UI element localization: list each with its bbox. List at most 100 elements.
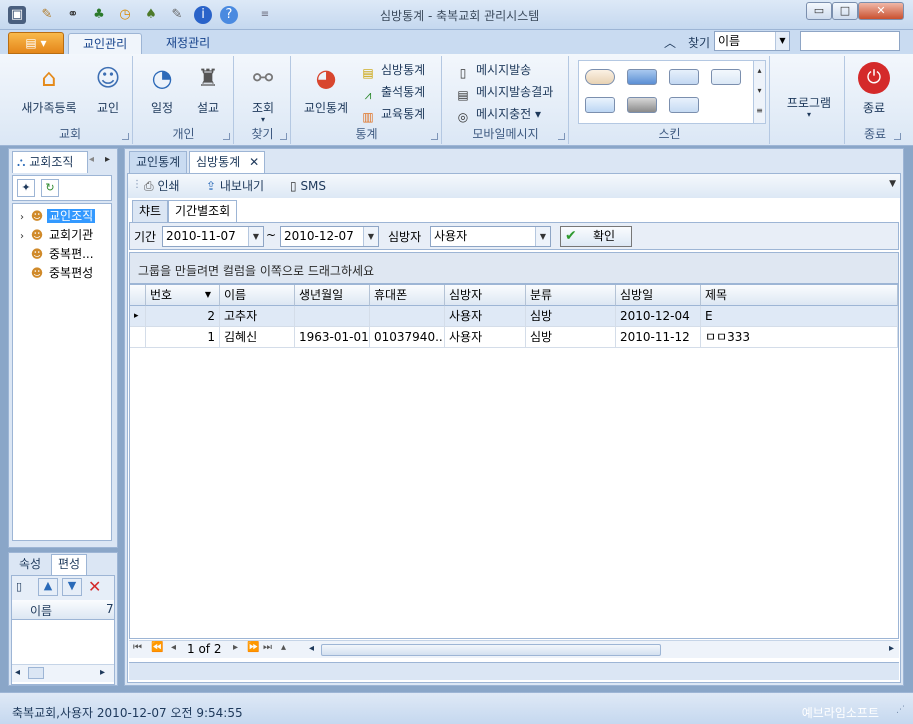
end-date-picker[interactable]: 2010-12-07 ▼ xyxy=(280,226,379,247)
column-header-name[interactable]: 이름 xyxy=(30,602,52,619)
next-page-icon[interactable]: ⏩ xyxy=(247,642,259,653)
users-icon[interactable]: ♣ xyxy=(90,6,108,24)
wrench-icon[interactable]: ✎ xyxy=(168,6,186,24)
phone-icon[interactable]: ▯ xyxy=(16,580,22,593)
table-cell[interactable]: 2010-11-12 xyxy=(616,327,701,348)
dialog-launcher-icon[interactable] xyxy=(280,133,287,140)
column-header[interactable]: 분류 xyxy=(526,285,616,306)
column-header[interactable]: 이름 xyxy=(220,285,295,306)
tab-members[interactable]: 교인관리 xyxy=(68,33,143,54)
table-cell[interactable]: ㅁㅁ333 xyxy=(701,327,898,348)
tree-icon[interactable]: ♠ xyxy=(142,6,160,24)
binoculars-icon[interactable]: ⚭ xyxy=(64,6,82,24)
table-row[interactable]: ▸ 2 고추자 사용자 심방 2010-12-04 E xyxy=(130,306,898,327)
close-button[interactable]: ✕ xyxy=(858,2,904,20)
table-cell[interactable]: 2 xyxy=(146,306,220,327)
member-stats-button[interactable]: ◕ 교인통계 xyxy=(298,62,354,116)
toolbar-options-icon[interactable]: ▼ xyxy=(889,179,896,189)
chevron-down-icon[interactable]: ▼ xyxy=(363,227,378,246)
dialog-launcher-icon[interactable] xyxy=(122,133,129,140)
column-header[interactable]: 생년월일 xyxy=(295,285,370,306)
dialog-launcher-icon[interactable] xyxy=(223,133,230,140)
table-cell[interactable]: 1 xyxy=(146,327,220,348)
visitor-select[interactable]: 사용자 ▼ xyxy=(430,226,551,247)
scroll-left-icon[interactable]: ◂ xyxy=(15,667,20,678)
next-record-icon[interactable]: ▸ xyxy=(233,642,238,653)
tree-node[interactable]: ☻ 중복편성 xyxy=(15,264,95,283)
resize-grip-icon[interactable]: ⋰ xyxy=(896,705,905,715)
chevron-down-icon[interactable]: ▼ xyxy=(535,227,550,246)
program-button[interactable]: 프로그램 ▾ xyxy=(779,94,839,119)
customize-qat-icon[interactable]: ≡ xyxy=(256,6,274,24)
help-icon[interactable]: ? xyxy=(220,6,238,24)
start-date-picker[interactable]: 2010-11-07 ▼ xyxy=(162,226,264,247)
sermon-button[interactable]: ♜ 설교 xyxy=(188,62,228,116)
education-stats-button[interactable]: ▥ 교육통계 xyxy=(360,104,425,124)
message-charge-button[interactable]: ◎ 메시지충전 ▾ xyxy=(455,104,541,124)
tab-chart[interactable]: 챠트 xyxy=(132,200,169,222)
scroll-left-icon[interactable]: ◂ xyxy=(309,643,314,654)
tree-node[interactable]: › ☻ 교회기관 xyxy=(15,226,95,245)
tab-scroll-left-icon[interactable]: ◂ xyxy=(89,154,94,165)
maximize-button[interactable]: □ xyxy=(832,2,858,20)
message-result-button[interactable]: ▤ 메시지발송결과 xyxy=(455,82,553,102)
tree-node[interactable]: › ☻ 교인조직 xyxy=(15,207,96,227)
find-field-select[interactable]: 이름 ▼ xyxy=(714,31,790,51)
column-header[interactable]: 휴대폰 xyxy=(370,285,445,306)
table-cell[interactable] xyxy=(295,306,370,327)
horizontal-scrollbar[interactable]: ◂ ▸ xyxy=(12,664,114,682)
prev-record-icon[interactable]: ◂ xyxy=(171,642,176,653)
scroll-thumb[interactable] xyxy=(28,667,44,679)
find-input[interactable] xyxy=(800,31,900,51)
new-folder-icon[interactable]: ✦ xyxy=(17,179,35,197)
tree-node[interactable]: ☻ 중복편... xyxy=(15,245,96,264)
table-cell[interactable]: 사용자 xyxy=(445,327,526,348)
dialog-launcher-icon[interactable] xyxy=(894,133,901,140)
skin-option[interactable] xyxy=(711,69,741,85)
last-page-icon[interactable]: ⏭ xyxy=(263,642,272,653)
new-family-button[interactable]: ⌂ 새가족등록 xyxy=(14,62,84,116)
print-button[interactable]: ⎙ 인쇄 xyxy=(144,177,180,195)
table-cell[interactable] xyxy=(370,306,445,327)
column-header-extra[interactable]: 7 xyxy=(106,602,114,616)
column-header[interactable]: 심방자 xyxy=(445,285,526,306)
minimize-button[interactable]: ▭ xyxy=(806,2,832,20)
tab-properties[interactable]: 속성 xyxy=(13,555,47,575)
sms-button[interactable]: ▯ SMS xyxy=(290,177,326,195)
send-message-button[interactable]: ▯ 메시지발송 xyxy=(455,60,532,80)
dialog-launcher-icon[interactable] xyxy=(431,133,438,140)
tab-finance[interactable]: 재정관리 xyxy=(152,33,224,54)
chevron-down-icon[interactable]: ▼ xyxy=(248,227,263,246)
info-icon[interactable]: i xyxy=(194,6,212,24)
table-cell[interactable]: 2010-12-04 xyxy=(616,306,701,327)
tab-period-query[interactable]: 기간별조회 xyxy=(168,200,238,222)
attendance-stats-button[interactable]: ⩘ 출석통계 xyxy=(360,82,426,102)
scroll-right-icon[interactable]: ▸ xyxy=(889,643,894,654)
table-cell[interactable]: E xyxy=(701,306,898,327)
tab-compose[interactable]: 편성 xyxy=(51,554,88,575)
table-cell[interactable]: 김혜신 xyxy=(220,327,295,348)
column-header[interactable]: 심방일 xyxy=(616,285,701,306)
table-cell[interactable]: 01037940... xyxy=(370,327,445,348)
refresh-icon[interactable]: ↻ xyxy=(41,179,59,197)
skin-option[interactable] xyxy=(585,69,615,85)
move-down-icon[interactable]: ▼ xyxy=(62,578,82,596)
scroll-right-icon[interactable]: ▸ xyxy=(100,667,105,678)
table-cell[interactable]: 사용자 xyxy=(445,306,526,327)
group-by-panel[interactable]: 그룹을 만들려면 컬럼을 이쪽으로 드래그하세요 xyxy=(129,252,899,284)
column-header[interactable]: 번호 ▼ xyxy=(146,285,220,306)
expand-icon[interactable]: › xyxy=(15,208,29,227)
doc-tab-visit-stats[interactable]: 심방통계 ✕ xyxy=(189,151,266,173)
table-row[interactable]: 1 김혜신 1963-01-01 01037940... 사용자 심방 2010… xyxy=(130,327,898,348)
skin-option[interactable] xyxy=(669,97,699,113)
column-header[interactable]: 제목 xyxy=(701,285,898,306)
move-up-icon[interactable]: ▲ xyxy=(38,578,58,596)
table-cell[interactable]: 고추자 xyxy=(220,306,295,327)
dialog-launcher-icon[interactable] xyxy=(558,133,565,140)
scroll-thumb[interactable] xyxy=(321,644,661,656)
pencil-icon[interactable]: ✎ xyxy=(38,6,56,24)
panel-tab[interactable]: ⛬ 교회조직 xyxy=(12,151,88,173)
members-button[interactable]: ☺ 교인 xyxy=(88,62,128,116)
doc-tab-member-stats[interactable]: 교인통계 xyxy=(129,151,188,173)
visit-stats-button[interactable]: ▤ 심방통계 xyxy=(360,60,425,80)
